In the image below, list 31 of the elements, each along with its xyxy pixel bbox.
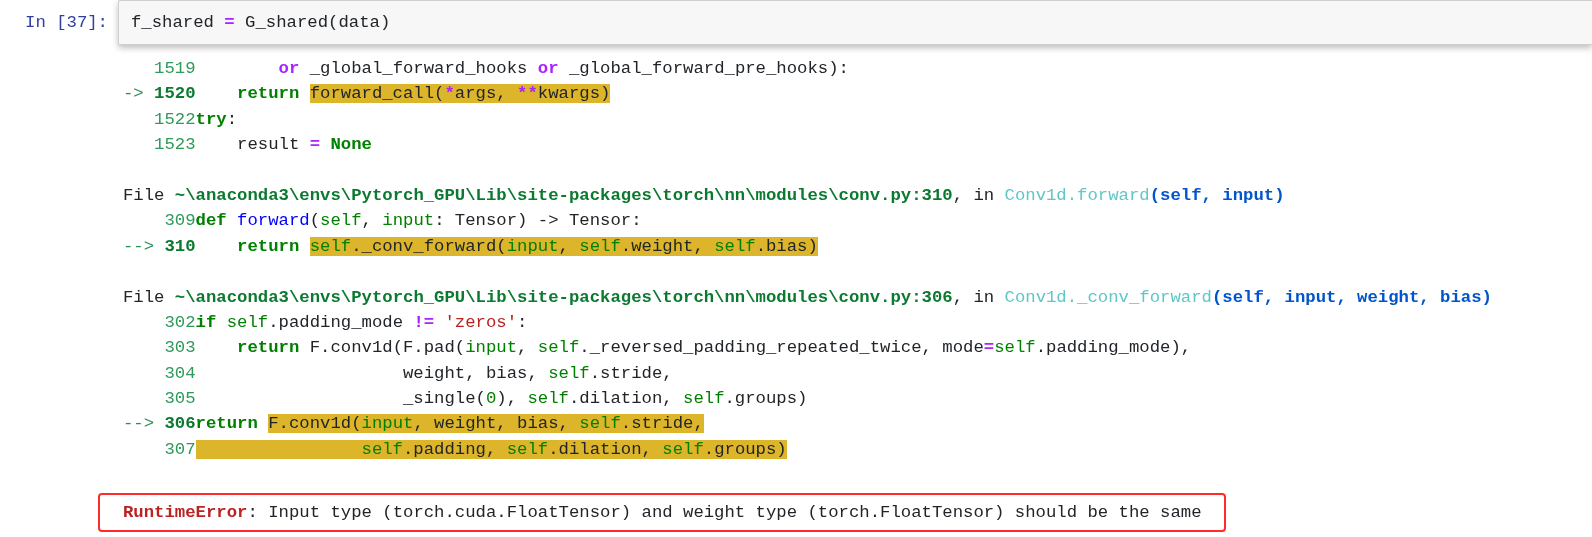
line-number: 1523: [154, 134, 196, 157]
code-line: return self._conv_forward(input, self.weight, self.bias): [236, 235, 818, 258]
line-number: 309: [164, 210, 196, 233]
line-number: 307: [164, 438, 196, 461]
code-line: def forward(self, input: Tensor) -> Tensor:: [195, 210, 642, 233]
code-input-cell[interactable]: f_shared = G_shared(data): [118, 0, 1592, 45]
line-number: 304: [164, 362, 196, 385]
line-number: 1519: [154, 58, 196, 80]
line-number: 302: [164, 311, 196, 334]
code-line: try:: [195, 108, 238, 131]
code-line: return F.conv1d(F.pad(input, self._reversed_padding_repeated_twice, mode=self.padding_mode),: [236, 337, 1192, 360]
line-number: 310: [164, 235, 196, 258]
arrow-marker: -->: [123, 413, 155, 436]
arrow-marker: ->: [123, 83, 144, 106]
code-line: return F.conv1d(input, weight, bias, self.stride,: [195, 413, 704, 436]
code-line: or _global_forward_hooks or _global_forward_pre_hooks):: [277, 58, 849, 80]
line-number: 1520: [154, 83, 196, 106]
cell-prompt: In [37]:: [25, 11, 108, 34]
line-number: 1522: [154, 108, 196, 131]
traceback-file-line: File ~\anaconda3\envs\Pytorch_GPU\Lib\site-packages\torch\nn\modules\conv.py:310, in Conv1d.forward(self, input): [123, 184, 1285, 207]
arrow-marker: -->: [123, 235, 155, 258]
line-number: 306: [164, 413, 196, 436]
traceback-file-line: File ~\anaconda3\envs\Pytorch_GPU\Lib\site-packages\torch\nn\modules\conv.py:306, in Conv1d._conv_forward(self, input, weight, bias): [123, 286, 1492, 309]
line-number: 303: [164, 337, 196, 360]
code-line: result = None: [236, 134, 372, 157]
code-line: _single(0), self.dilation, self.groups): [402, 388, 808, 411]
code-line: return forward_call(*args, **kwargs): [236, 83, 611, 106]
code-line: weight, bias, self.stride,: [402, 362, 673, 385]
code-line: if self.padding_mode != 'zeros':: [195, 311, 528, 334]
error-message: RuntimeError: Input type (torch.cuda.FloatTensor) and weight type (torch.FloatTensor) should be the same: [123, 502, 1202, 522]
line-number: 305: [164, 388, 196, 411]
